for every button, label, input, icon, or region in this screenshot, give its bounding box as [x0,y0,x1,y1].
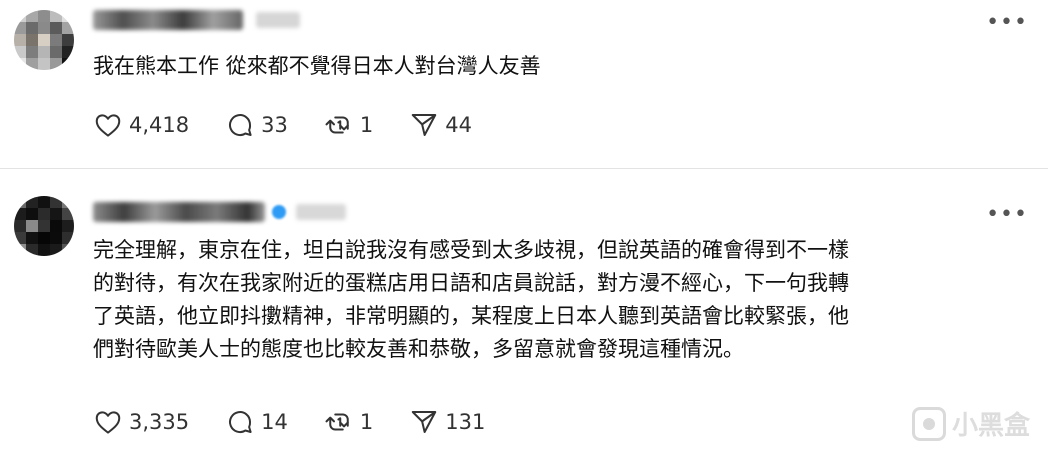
username-blurred[interactable] [93,10,243,30]
action-bar: 4,418 33 1 44 [93,110,508,140]
post-1: ••• 我在熊本工作 從來都不覺得日本人對台灣人友善 4,418 33 1 44 [0,0,1048,168]
repost-icon [325,413,349,431]
avatar-blurred[interactable] [14,10,74,70]
more-icon[interactable]: ••• [986,12,1028,34]
repost-icon [325,116,349,134]
post-text: 完全理解，東京在住，坦白說我沒有感受到太多歧視，但說英語的確會得到不一樣 的對待… [93,238,849,361]
like-button[interactable]: 4,418 [93,110,189,140]
post-text: 我在熊本工作 從來都不覺得日本人對台灣人友善 [93,54,541,78]
repost-button[interactable]: 1 [324,407,373,437]
comment-button[interactable]: 33 [225,110,288,140]
share-button[interactable]: 44 [409,110,472,140]
like-count: 3,335 [129,410,190,434]
action-bar: 3,335 14 1 131 [93,407,521,437]
share-count: 131 [445,410,486,434]
repost-button[interactable]: 1 [324,110,373,140]
comment-count: 14 [261,410,288,434]
watermark-text: 小黑盒 [951,411,1030,441]
send-icon [411,114,437,136]
verified-badge-icon [272,205,286,219]
post-2: ••• 完全理解，東京在住，坦白說我沒有感受到太多歧視，但說英語的確會得到不一樣… [0,172,1048,456]
like-count: 4,418 [129,113,190,137]
timestamp-blurred [296,204,346,220]
comment-bubble-icon [229,411,252,434]
username-blurred[interactable] [93,202,265,222]
comment-bubble-icon [229,114,252,137]
comment-button[interactable]: 14 [225,407,288,437]
heart-icon [95,114,121,137]
more-icon[interactable]: ••• [986,204,1028,226]
like-button[interactable]: 3,335 [93,407,189,437]
timestamp-blurred [256,12,300,28]
repost-count: 1 [359,410,374,434]
send-icon [411,411,437,433]
xiaoheihe-logo-icon [911,406,946,441]
post-divider [0,168,1048,169]
comment-count: 33 [261,113,288,137]
repost-count: 1 [359,113,374,137]
heart-icon [95,411,121,434]
share-count: 44 [445,113,472,137]
share-button[interactable]: 131 [409,407,485,437]
avatar-blurred[interactable] [14,196,74,256]
watermark: 小黑盒 [911,405,1030,442]
